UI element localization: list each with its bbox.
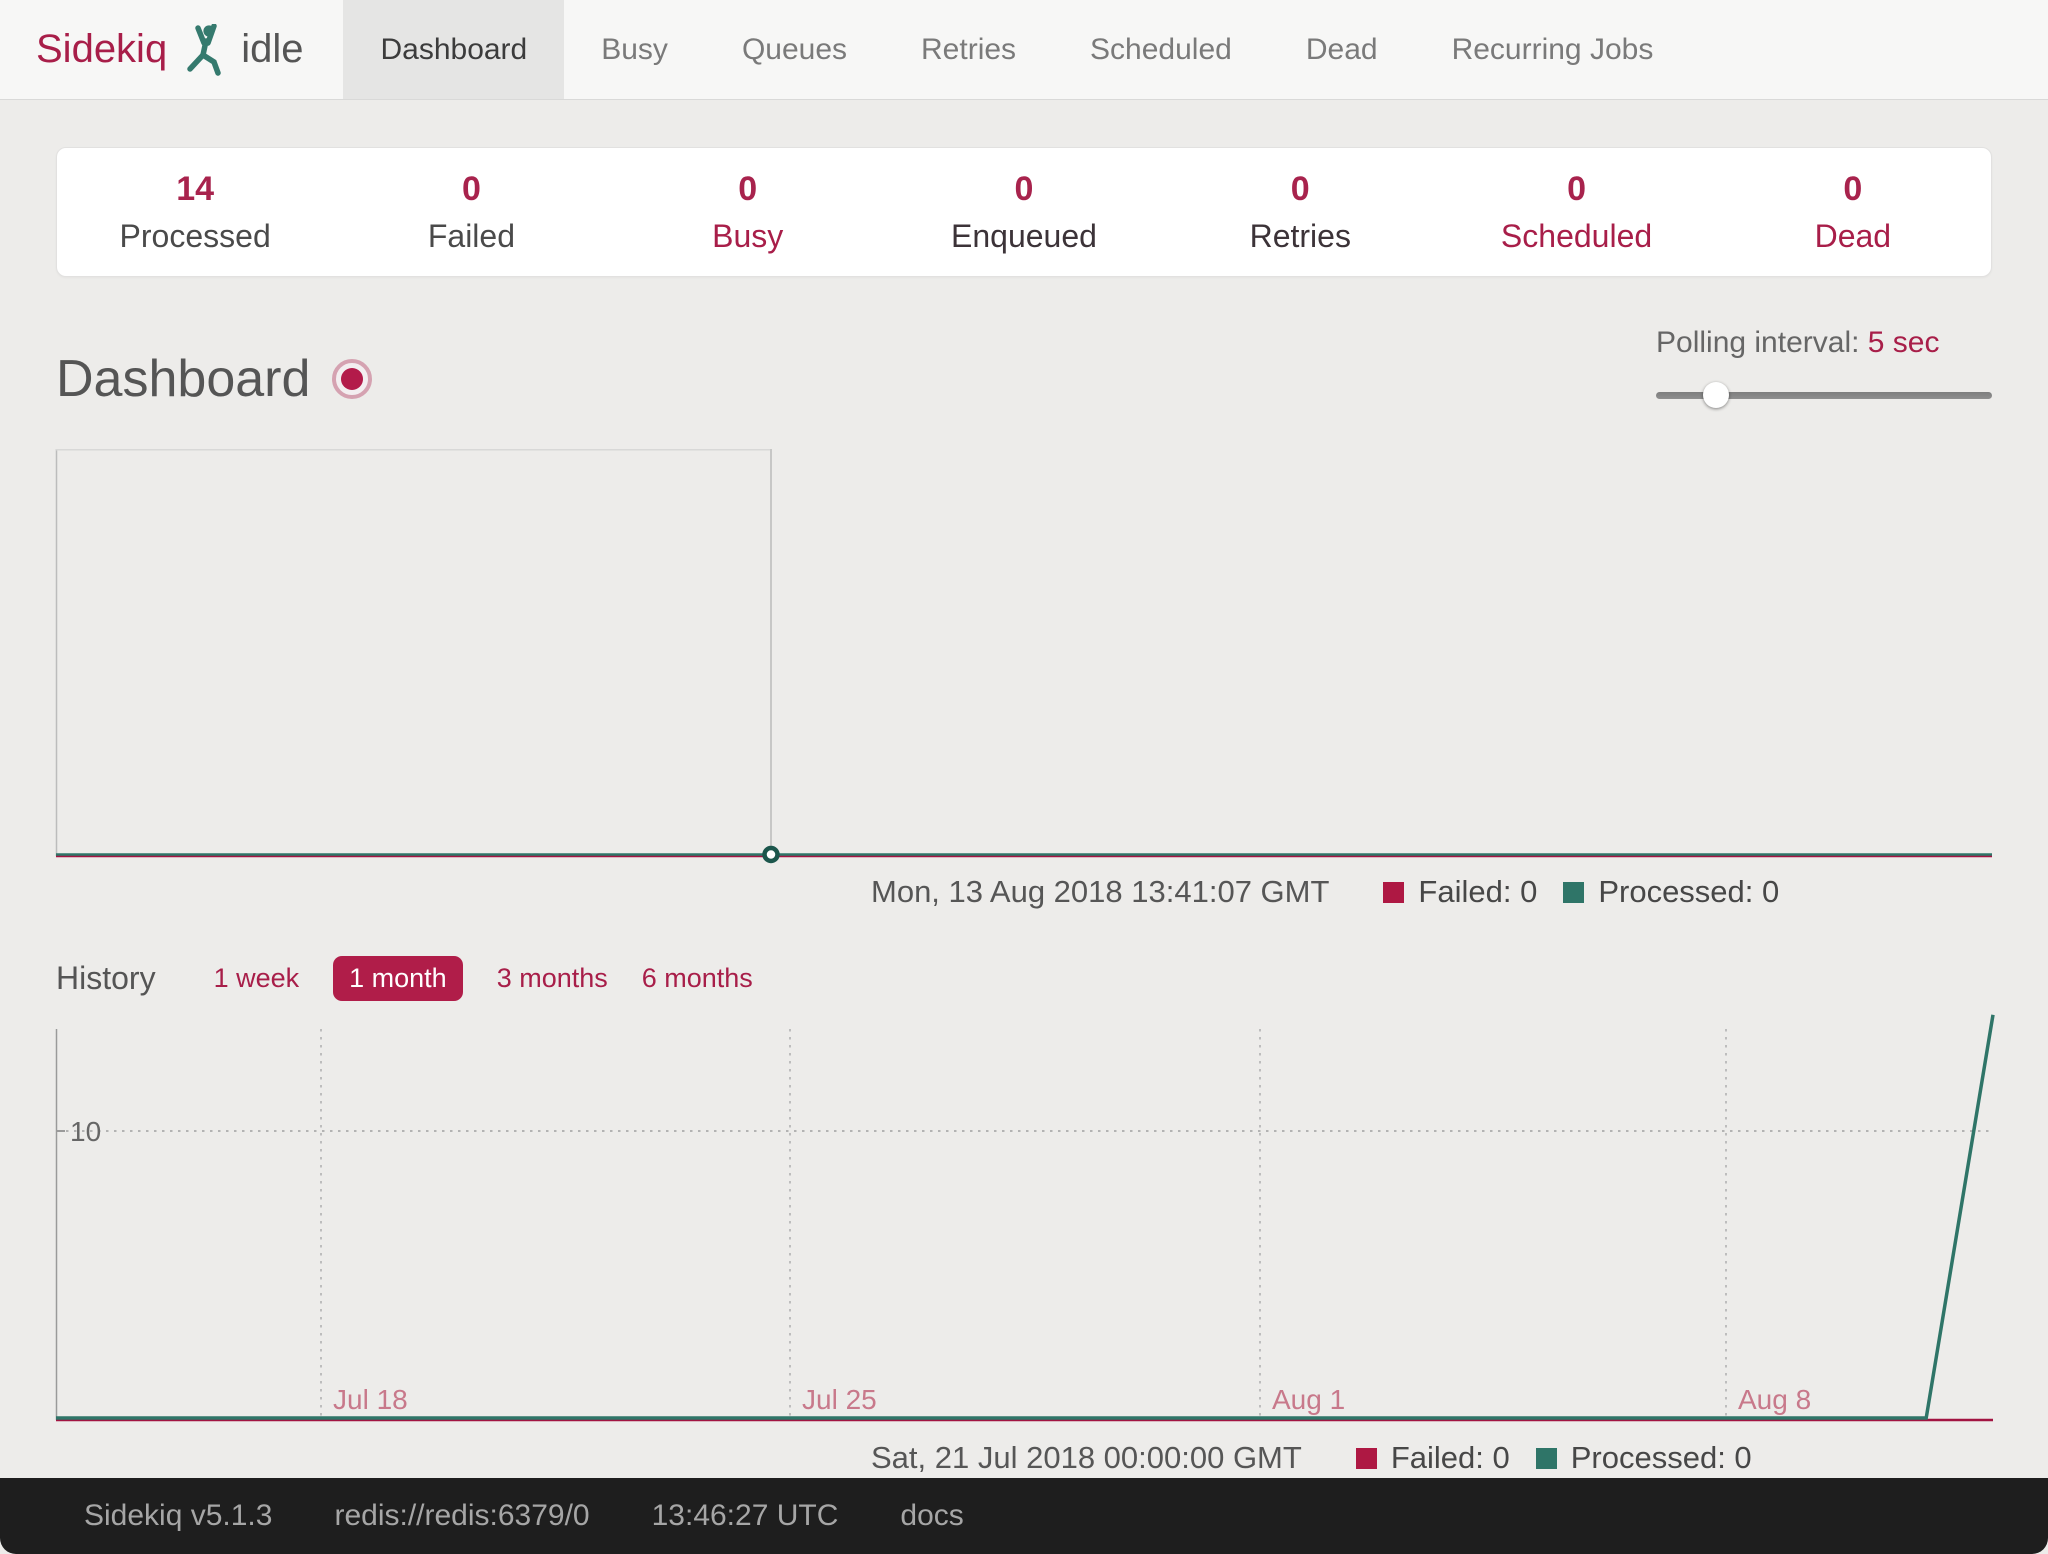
realtime-chart[interactable] — [56, 449, 1992, 859]
footer-redis-url: redis://redis:6379/0 — [334, 1499, 589, 1533]
x-tick-aug8: Aug 8 — [1738, 1384, 1811, 1415]
range-3-months[interactable]: 3 months — [497, 963, 608, 994]
stat-retries-value: 0 — [1162, 170, 1438, 209]
polling-value: 5 sec — [1868, 326, 1940, 359]
stat-busy-value: 0 — [610, 170, 886, 209]
brand[interactable]: Sidekiq idle — [0, 0, 343, 99]
footer-server-time: 13:46:27 UTC — [652, 1499, 839, 1533]
tab-dead[interactable]: Dead — [1269, 0, 1415, 99]
stat-dead-value: 0 — [1715, 170, 1991, 209]
x-tick-jul25: Jul 25 — [802, 1384, 877, 1415]
history-chart[interactable]: 10 Jul 18 Jul 25 Aug 1 Aug 8 — [56, 1011, 1992, 1425]
stat-enqueued-value: 0 — [886, 170, 1162, 209]
brand-name: Sidekiq — [36, 27, 167, 72]
stat-failed-value: 0 — [333, 170, 609, 209]
stat-processed: 14 Processed — [57, 170, 333, 255]
range-1-week[interactable]: 1 week — [214, 963, 300, 994]
footer-version: Sidekiq v5.1.3 — [84, 1499, 272, 1533]
history-processed-count: Processed: 0 — [1571, 1440, 1752, 1476]
failed-swatch-icon — [1383, 882, 1404, 903]
polling-control: Polling interval: 5 sec — [1656, 326, 1992, 408]
live-beacon-icon — [332, 359, 372, 399]
navbar: Sidekiq idle Dashboard Busy Queues Retri… — [0, 0, 2048, 100]
stat-busy[interactable]: 0 Busy — [610, 170, 886, 255]
stat-retries-label: Retries — [1162, 218, 1438, 255]
stats-summary-bar: 14 Processed 0 Failed 0 Busy 0 Enqueued … — [56, 147, 1992, 277]
y-tick-10: 10 — [70, 1116, 101, 1147]
tab-queues[interactable]: Queues — [705, 0, 884, 99]
sidekiq-ninja-icon — [183, 24, 225, 76]
history-processed-line — [56, 1015, 1993, 1418]
processed-swatch-icon — [1563, 882, 1584, 903]
realtime-hover-timestamp: Mon, 13 Aug 2018 13:41:07 GMT — [871, 874, 1329, 910]
docs-link[interactable]: docs — [900, 1499, 963, 1533]
stat-processed-label: Processed — [57, 218, 333, 255]
range-1-month[interactable]: 1 month — [333, 956, 463, 1001]
stat-scheduled[interactable]: 0 Scheduled — [1438, 170, 1714, 255]
realtime-processed-count: Processed: 0 — [1598, 874, 1779, 910]
status-text: idle — [241, 27, 303, 72]
footer: Sidekiq v5.1.3 redis://redis:6379/0 13:4… — [0, 1478, 2048, 1554]
polling-interval-slider[interactable] — [1656, 382, 1992, 408]
stat-busy-label[interactable]: Busy — [610, 218, 886, 255]
stat-scheduled-value: 0 — [1438, 170, 1714, 209]
tab-scheduled[interactable]: Scheduled — [1053, 0, 1269, 99]
tab-recurring-jobs[interactable]: Recurring Jobs — [1415, 0, 1691, 99]
failed-swatch-icon — [1356, 1448, 1377, 1469]
stat-scheduled-label[interactable]: Scheduled — [1438, 218, 1714, 255]
tab-busy[interactable]: Busy — [564, 0, 705, 99]
tab-retries[interactable]: Retries — [884, 0, 1053, 99]
stat-failed-label: Failed — [333, 218, 609, 255]
hover-point-marker — [765, 848, 778, 861]
processed-swatch-icon — [1536, 1448, 1557, 1469]
realtime-failed-count: Failed: 0 — [1418, 874, 1537, 910]
history-hover-timestamp: Sat, 21 Jul 2018 00:00:00 GMT — [871, 1440, 1302, 1476]
tab-dashboard[interactable]: Dashboard — [343, 0, 564, 99]
x-tick-aug1: Aug 1 — [1272, 1384, 1345, 1415]
stat-failed: 0 Failed — [333, 170, 609, 255]
stat-dead[interactable]: 0 Dead — [1715, 170, 1991, 255]
stat-processed-value: 14 — [57, 170, 333, 209]
history-title: History — [56, 960, 156, 997]
stat-enqueued-label: Enqueued — [886, 218, 1162, 255]
history-legend: Sat, 21 Jul 2018 00:00:00 GMT Failed: 0 … — [56, 1439, 1992, 1477]
x-tick-jul18: Jul 18 — [333, 1384, 408, 1415]
page-title: Dashboard — [56, 349, 310, 409]
nav-tabs: Dashboard Busy Queues Retries Scheduled … — [343, 0, 1690, 99]
polling-label: Polling interval: — [1656, 326, 1859, 359]
range-6-months[interactable]: 6 months — [642, 963, 753, 994]
slider-thumb[interactable] — [1703, 382, 1729, 408]
history-failed-count: Failed: 0 — [1391, 1440, 1510, 1476]
stat-dead-label[interactable]: Dead — [1715, 218, 1991, 255]
stat-enqueued: 0 Enqueued — [886, 170, 1162, 255]
stat-retries: 0 Retries — [1162, 170, 1438, 255]
realtime-legend: Mon, 13 Aug 2018 13:41:07 GMT Failed: 0 … — [56, 873, 1992, 911]
